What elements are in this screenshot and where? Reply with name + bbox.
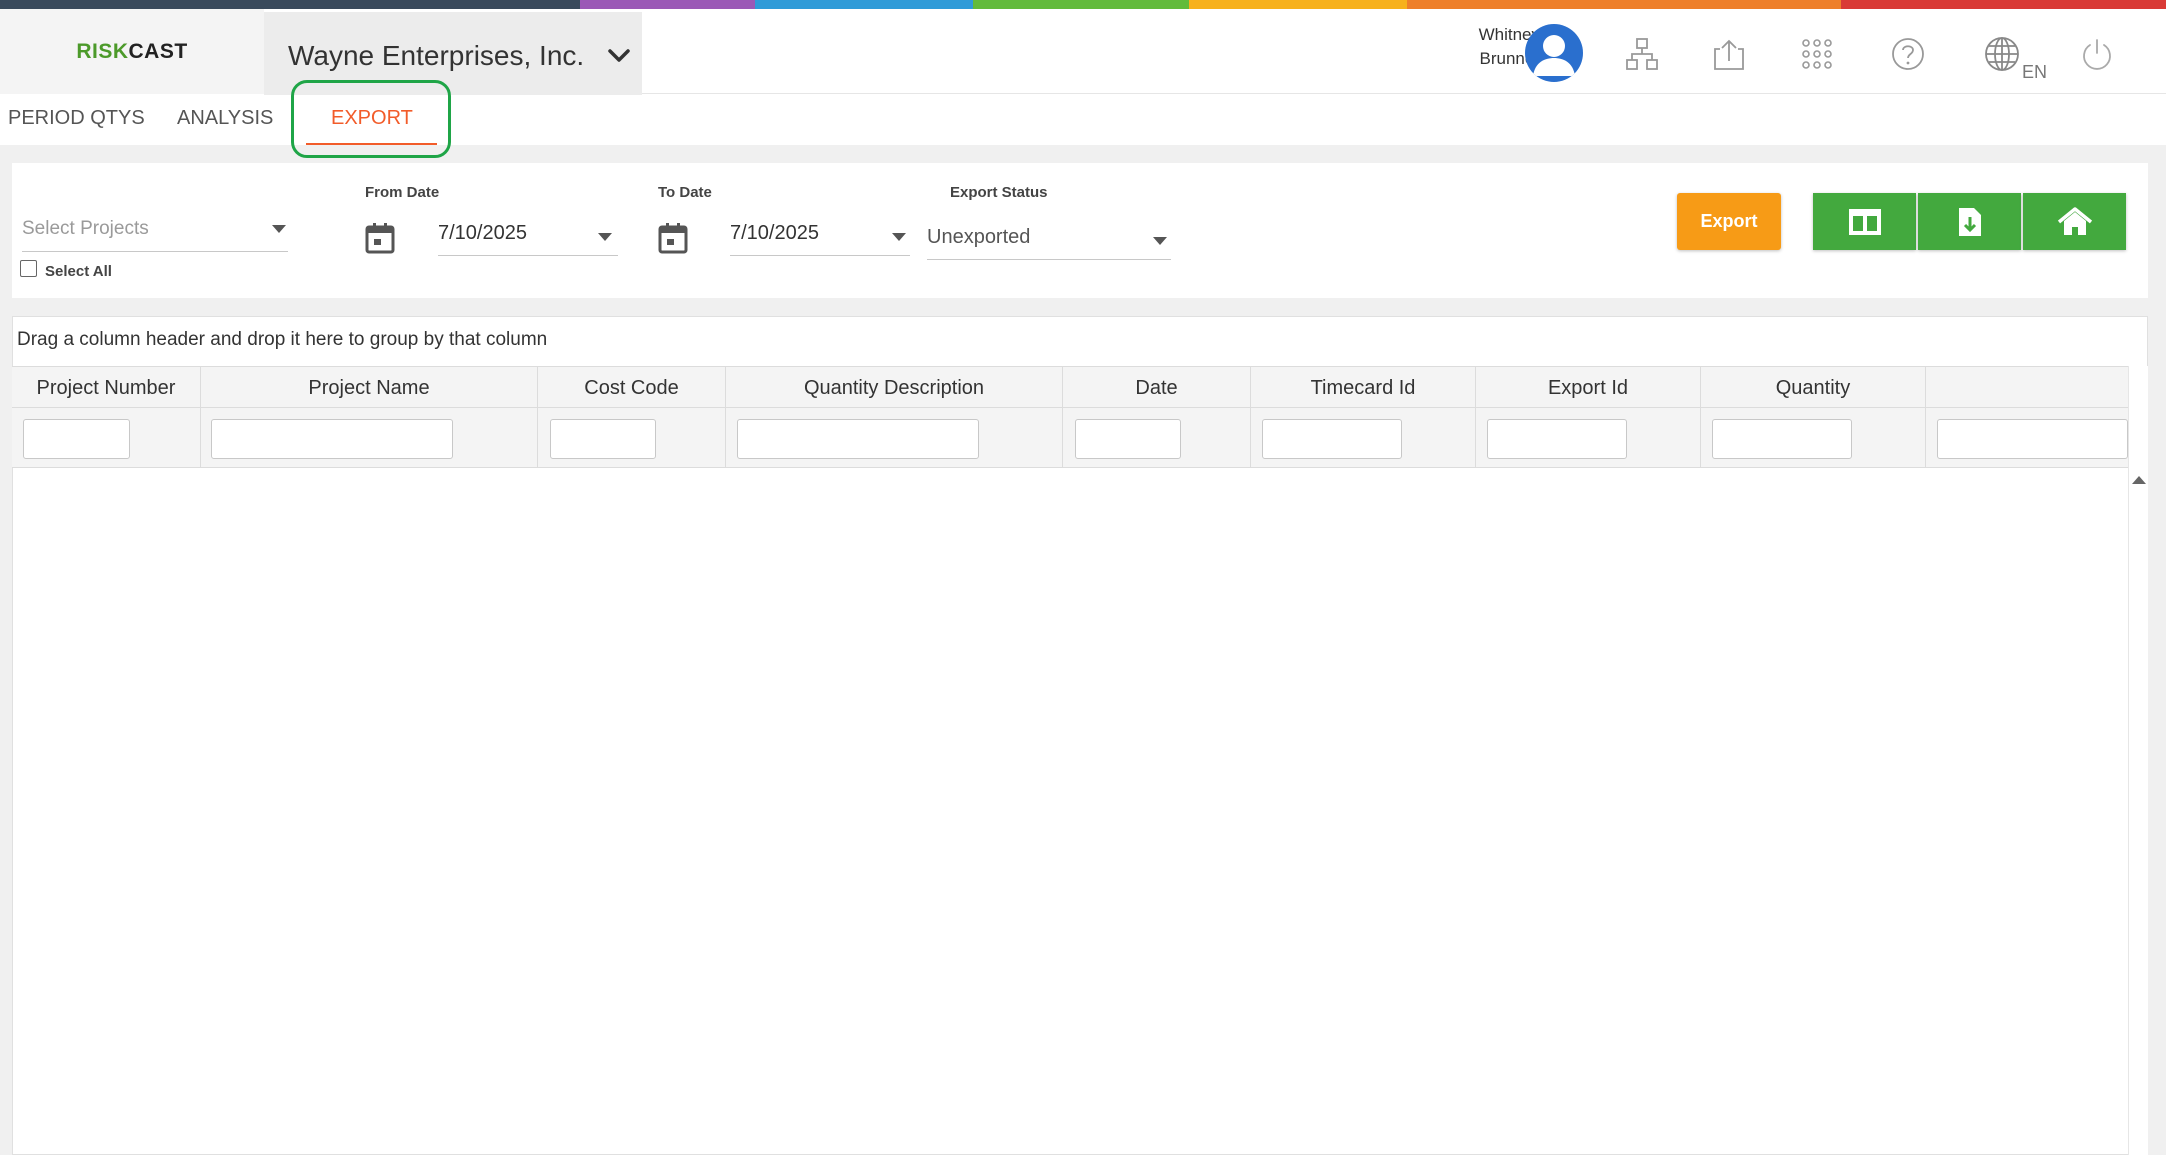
filter-input-extra[interactable] [1937, 419, 2128, 459]
select-all-checkbox[interactable] [20, 260, 37, 277]
stripe-segment [973, 0, 1189, 9]
select-all-label: Select All [45, 263, 112, 280]
column-header-quantity-description[interactable]: Quantity Description [726, 367, 1063, 409]
user-avatar-icon[interactable] [1525, 24, 1583, 82]
download-file-icon [1958, 207, 1981, 236]
filter-input-timecard-id[interactable] [1262, 419, 1402, 459]
filter-cell [1063, 408, 1251, 468]
column-header-project-number[interactable]: Project Number [12, 367, 201, 409]
user-first-name: Whitney [1478, 25, 1540, 44]
calendar-icon[interactable] [365, 222, 395, 254]
stripe-segment [0, 0, 580, 9]
column-header-timecard-id[interactable]: Timecard Id [1251, 367, 1476, 409]
download-button[interactable] [1918, 193, 2021, 250]
export-status-label: Export Status [950, 184, 1048, 201]
column-header-quantity[interactable]: Quantity [1701, 367, 1926, 409]
globe-icon[interactable] [1982, 34, 2022, 74]
filter-cell [1926, 408, 2128, 468]
language-code: EN [2022, 62, 2048, 82]
column-header-cost-code[interactable]: Cost Code [538, 367, 726, 409]
to-date-value: 7/10/2025 [730, 222, 819, 244]
stripe-segment [1841, 0, 2166, 9]
caret-down-icon [598, 233, 612, 241]
filter-cell [1251, 408, 1476, 468]
stripe-segment [755, 0, 973, 9]
power-icon[interactable] [2077, 34, 2117, 74]
logo-text-risk: RISK [76, 39, 129, 63]
from-date-label: From Date [365, 184, 440, 201]
to-date-label: To Date [658, 184, 712, 201]
logo-text-cast: CAST [128, 39, 188, 63]
brand-color-stripe [0, 0, 2166, 9]
columns-icon [1848, 208, 1881, 235]
stripe-segment [580, 0, 755, 9]
filter-cell [726, 408, 1063, 468]
company-name: Wayne Enterprises, Inc. [288, 40, 585, 71]
filter-input-cost-code[interactable] [550, 419, 656, 459]
caret-down-icon [272, 225, 286, 233]
filter-input-quantity-description[interactable] [737, 419, 979, 459]
column-header-date[interactable]: Date [1063, 367, 1251, 409]
select-projects-dropdown[interactable]: Select Projects [22, 212, 288, 252]
filter-input-date[interactable] [1075, 419, 1181, 459]
tab-bar: PERIOD QTYS ANALYSIS EXPORT [0, 95, 2166, 233]
stripe-segment [1189, 0, 1407, 9]
tab-export[interactable]: EXPORT [331, 107, 413, 130]
to-date-picker[interactable]: 7/10/2025 [730, 216, 910, 256]
from-date-value: 7/10/2025 [438, 222, 527, 244]
chevron-down-icon [608, 49, 630, 62]
filter-input-export-id[interactable] [1487, 419, 1627, 459]
scroll-up-arrow-icon[interactable] [2129, 470, 2149, 490]
home-button[interactable] [2023, 193, 2126, 250]
company-selector[interactable]: Wayne Enterprises, Inc. [264, 12, 642, 100]
calendar-icon[interactable] [658, 222, 688, 254]
home-icon [2057, 206, 2092, 235]
avatar-glyph [1533, 35, 1575, 76]
tab-analysis[interactable]: ANALYSIS [177, 107, 273, 130]
filter-cell [12, 408, 201, 468]
column-header-export-id[interactable]: Export Id [1476, 367, 1701, 409]
stripe-segment [1407, 0, 1841, 9]
column-header-extra[interactable] [1926, 367, 2128, 409]
export-status-value: Unexported [927, 226, 1031, 248]
grid-vertical-scrollbar[interactable] [2128, 366, 2148, 1155]
export-button[interactable]: Export [1677, 193, 1781, 250]
filter-cell [538, 408, 726, 468]
columns-button[interactable] [1813, 193, 1916, 250]
upload-icon[interactable] [1709, 34, 1749, 74]
app-header: RISK CAST Wayne Enterprises, Inc. Whitney… [0, 9, 2166, 100]
app-window: RISK CAST Wayne Enterprises, Inc. Whitney… [0, 0, 2166, 1155]
group-by-drop-zone[interactable]: Drag a column header and drop it here to… [17, 329, 547, 351]
hierarchy-icon[interactable] [1622, 34, 1662, 74]
grid-filter-row [12, 408, 2128, 468]
tab-period-qtys[interactable]: PERIOD QTYS [8, 107, 145, 130]
apps-grid-icon[interactable] [1797, 34, 1837, 74]
filter-cell [201, 408, 538, 468]
from-date-picker[interactable]: 7/10/2025 [438, 216, 618, 256]
caret-down-icon [1153, 237, 1167, 245]
filter-input-project-name[interactable] [211, 419, 453, 459]
riskcast-logo[interactable]: RISK CAST [0, 9, 264, 94]
grid-header-row: Project Number Project Name Cost Code Qu… [12, 366, 2128, 409]
filter-input-quantity[interactable] [1712, 419, 1852, 459]
help-icon[interactable] [1888, 34, 1928, 74]
filter-cell [1701, 408, 1926, 468]
filter-input-project-number[interactable] [23, 419, 130, 459]
filter-cell [1476, 408, 1701, 468]
export-status-dropdown[interactable]: Unexported [927, 220, 1171, 260]
column-header-project-name[interactable]: Project Name [201, 367, 538, 409]
select-projects-placeholder: Select Projects [22, 218, 149, 239]
caret-down-icon [892, 233, 906, 241]
